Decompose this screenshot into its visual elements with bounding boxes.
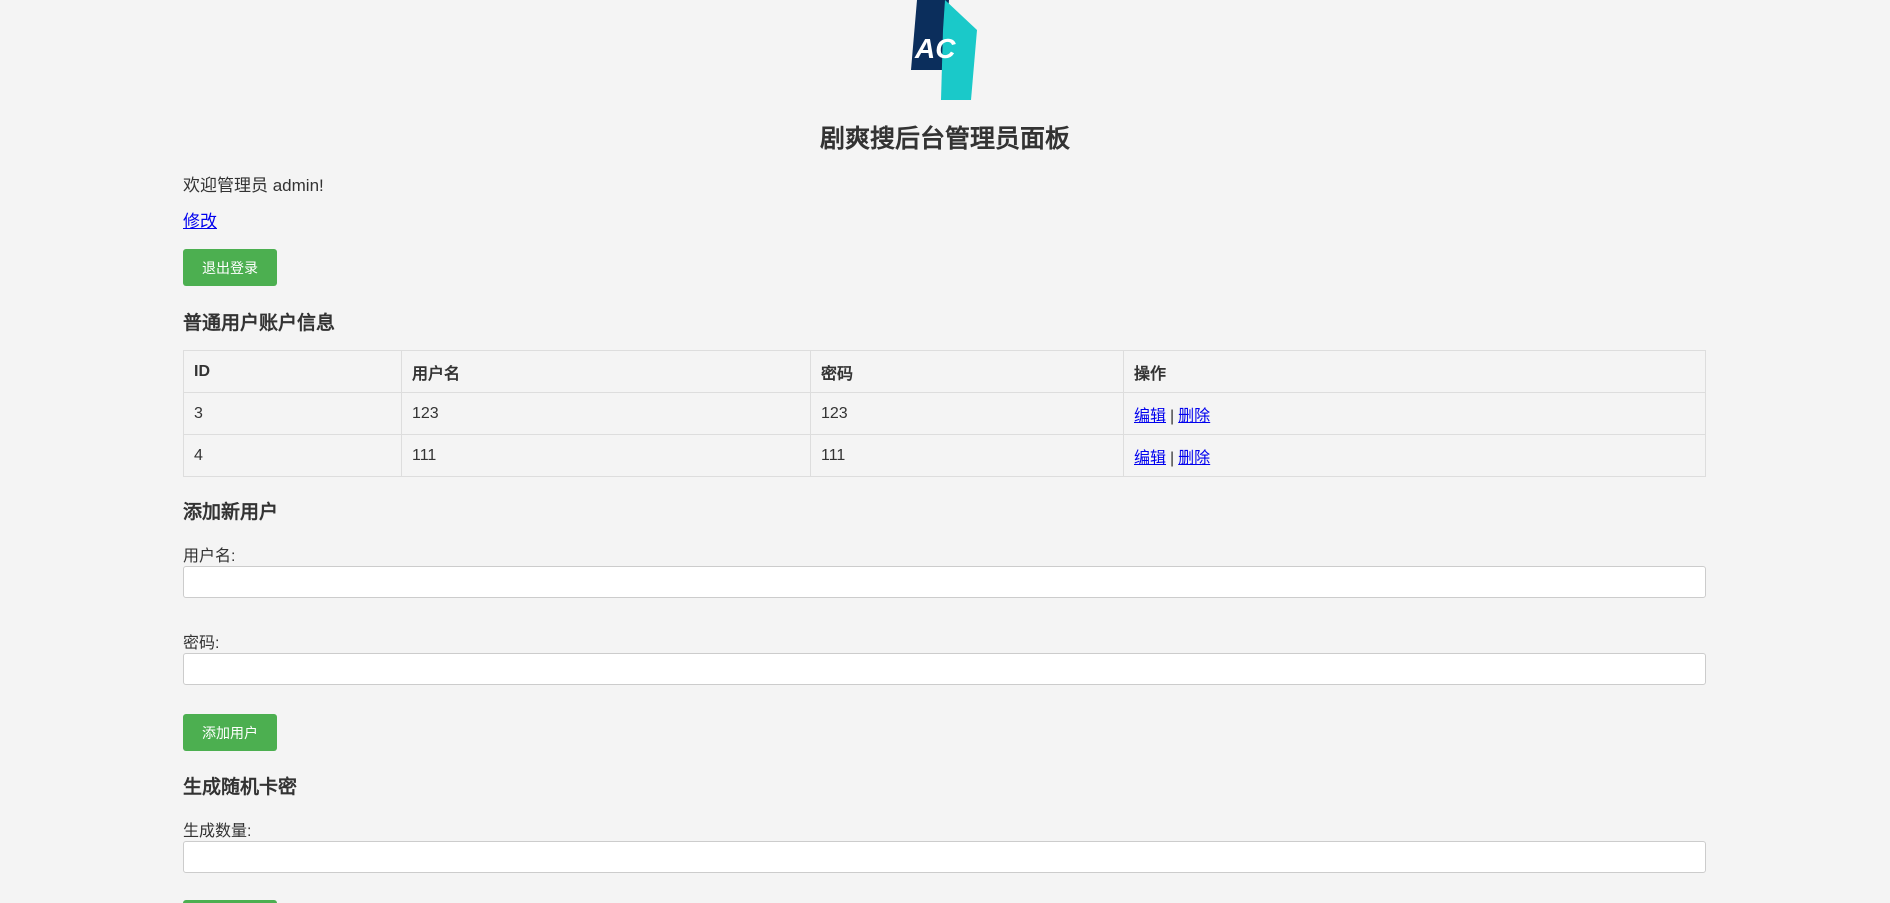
table-row: 3 123 123 编辑 | 删除 (183, 392, 1706, 435)
logo-small-text: AC (951, 15, 962, 25)
edit-user-link[interactable]: 编辑 (1134, 450, 1166, 467)
delete-user-link[interactable]: 删除 (1178, 408, 1210, 425)
table-row: 4 111 111 编辑 | 删除 (183, 434, 1706, 477)
admin-panel-page: AC AC 剧爽搜后台管理员面板 欢迎管理员 admin! 修改 退出登录 普通… (0, 0, 1890, 903)
delete-user-link[interactable]: 删除 (1178, 450, 1210, 467)
cell-username: 111 (401, 434, 811, 477)
add-user-button[interactable]: 添加用户 (183, 714, 277, 751)
cell-id: 4 (183, 434, 402, 477)
action-separator: | (1170, 407, 1175, 425)
cell-password: 123 (810, 392, 1124, 435)
column-header-actions: 操作 (1123, 350, 1706, 393)
modify-link[interactable]: 修改 (183, 207, 217, 232)
card-keys-section-title: 生成随机卡密 (183, 777, 298, 798)
logo-text: AC (914, 33, 956, 64)
card-count-label: 生成数量: (183, 823, 252, 840)
users-table: ID 用户名 密码 操作 3 123 123 编辑 | 删除 4 111 111 编… (183, 350, 1706, 477)
column-header-id: ID (183, 350, 402, 393)
action-separator: | (1170, 449, 1175, 467)
cell-username: 123 (401, 392, 811, 435)
password-label: 密码: (183, 635, 220, 652)
logout-button[interactable]: 退出登录 (183, 249, 277, 286)
cell-password: 111 (810, 434, 1124, 477)
cell-actions: 编辑 | 删除 (1123, 392, 1706, 435)
welcome-message: 欢迎管理员 admin! (183, 176, 324, 195)
column-header-password: 密码 (810, 350, 1124, 393)
add-user-section-title: 添加新用户 (183, 502, 279, 523)
table-header-row: ID 用户名 密码 操作 (183, 350, 1706, 393)
username-input[interactable] (183, 566, 1706, 598)
edit-user-link[interactable]: 编辑 (1134, 408, 1166, 425)
cell-actions: 编辑 | 删除 (1123, 434, 1706, 477)
logo-icon: AC AC (911, 0, 977, 100)
card-count-input[interactable] (183, 841, 1706, 873)
password-input[interactable] (183, 653, 1706, 685)
column-header-username: 用户名 (401, 350, 811, 393)
page-title: 剧爽搜后台管理员面板 (819, 125, 1070, 153)
users-section-title: 普通用户账户信息 (183, 313, 336, 334)
cell-id: 3 (183, 392, 402, 435)
username-label: 用户名: (183, 548, 236, 565)
site-logo: AC AC (911, 0, 977, 100)
